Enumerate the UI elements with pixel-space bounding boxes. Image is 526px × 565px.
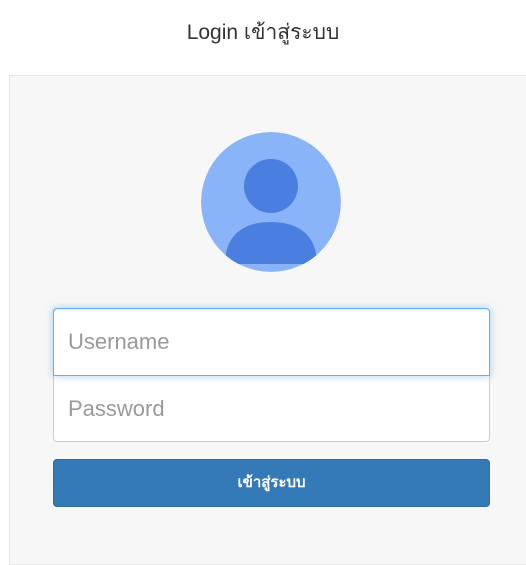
login-button[interactable]: เข้าสู่ระบบ [53, 459, 490, 507]
credentials-group [53, 308, 490, 442]
page-title: Login เข้าสู่ระบบ [186, 21, 340, 44]
username-input[interactable] [53, 308, 490, 376]
user-avatar-icon [201, 132, 341, 272]
password-input[interactable] [53, 376, 490, 442]
user-icon [201, 132, 341, 272]
